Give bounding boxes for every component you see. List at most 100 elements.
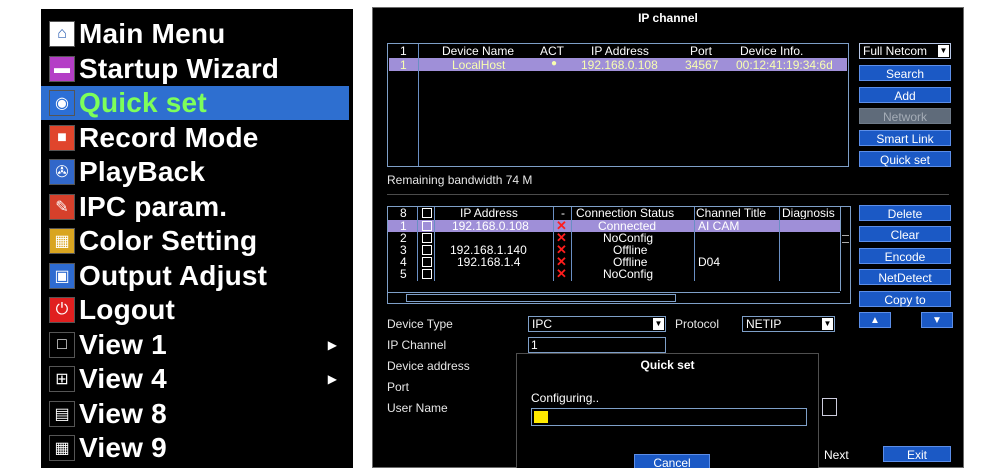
submenu-arrow-icon: ▶ xyxy=(327,337,337,352)
net-detect-button[interactable]: NetDetect xyxy=(859,269,951,285)
menu-item-quick-set[interactable]: ◉ Quick set xyxy=(41,86,349,120)
menu-item-view-9[interactable]: ▦ View 9 xyxy=(41,431,349,465)
menu-item-color-setting[interactable]: ▦ Color Setting xyxy=(41,224,349,258)
cancel-button[interactable]: Cancel xyxy=(634,454,710,468)
device-row-port: 34567 xyxy=(685,58,719,72)
chevron-down-icon: ▼ xyxy=(938,45,949,57)
menu-item-record-mode[interactable]: ■ Record Mode xyxy=(41,121,349,155)
header-act: ACT xyxy=(540,44,564,58)
menu-item-label: Quick set xyxy=(79,87,207,118)
wizard-icon: ▬ xyxy=(49,55,75,82)
channel-checkbox[interactable] xyxy=(422,257,432,267)
menu-item-label: Record Mode xyxy=(79,121,259,153)
menu-item-label: View 8 xyxy=(79,397,167,429)
header-device-name: Device Name xyxy=(442,44,515,58)
ip-channel-field[interactable]: 1 xyxy=(528,337,666,353)
header-ip-address: IP Address xyxy=(591,44,649,58)
device-row-num: 1 xyxy=(400,58,407,72)
home-icon: ⌂ xyxy=(49,21,75,47)
channel-checkbox[interactable] xyxy=(422,245,432,255)
channel-ip: 192.168.0.108 xyxy=(452,219,529,233)
error-x-icon: ✕ xyxy=(556,266,567,281)
device-row-ip: 192.168.0.108 xyxy=(581,58,658,72)
exit-button[interactable]: Exit xyxy=(883,446,951,462)
port-label: Port xyxy=(387,380,410,394)
record-icon: ■ xyxy=(49,124,75,151)
add-button[interactable]: Add xyxy=(859,87,951,103)
user-name-label: User Name xyxy=(387,401,448,415)
column-divider xyxy=(571,207,572,281)
quick-set-icon: ◉ xyxy=(49,90,75,116)
up-arrow-button[interactable]: ▲ xyxy=(859,312,891,328)
protocol-label: Protocol xyxy=(675,317,720,331)
delete-button[interactable]: Delete xyxy=(859,205,951,221)
progress-bar xyxy=(531,408,807,426)
playback-icon: ✇ xyxy=(49,159,75,185)
menu-item-main-menu[interactable]: ⌂ Main Menu xyxy=(41,17,349,51)
network-button[interactable]: Network xyxy=(859,108,951,124)
menu-item-output-adjust[interactable]: ▣ Output Adjust xyxy=(41,259,349,293)
progress-fill xyxy=(534,411,548,423)
device-address-label: Device address xyxy=(387,359,470,373)
menu-item-startup-wizard[interactable]: ▬ Startup Wizard xyxy=(41,52,349,86)
password-field[interactable] xyxy=(822,398,837,416)
menu-item-view-8[interactable]: ▤ View 8 xyxy=(41,397,349,431)
smart-link-button[interactable]: Smart Link xyxy=(859,130,951,146)
header-device-info: Device Info. xyxy=(740,44,804,58)
channel-checkbox[interactable] xyxy=(422,221,432,231)
column-divider xyxy=(694,207,695,281)
channel-row[interactable]: 5 ✕ NoConfig xyxy=(388,266,840,281)
context-menu: ⌂ Main Menu ▬ Startup Wizard ◉ Quick set ■ Reco… xyxy=(41,9,353,468)
device-row-name: LocalHost xyxy=(452,58,506,72)
protocol-value: NETIP xyxy=(746,317,782,331)
device-table[interactable]: 1 Device Name ACT IP Address Port Device… xyxy=(387,43,849,167)
protocol-filter-select[interactable]: Full Netcom ▼ xyxy=(859,43,951,59)
channel-title: AI CAM xyxy=(698,219,740,233)
horizontal-scrollbar[interactable] xyxy=(388,292,840,303)
device-row[interactable]: 1 LocalHost ● 192.168.0.108 34567 00:12:… xyxy=(389,58,847,72)
select-all-checkbox[interactable] xyxy=(422,208,432,218)
menu-item-label: View 9 xyxy=(79,432,167,463)
popup-message: Configuring.. xyxy=(531,391,600,405)
encode-button[interactable]: Encode xyxy=(859,248,951,264)
device-type-select[interactable]: IPC ▼ xyxy=(528,316,666,332)
column-divider xyxy=(553,207,554,281)
menu-item-label: Output Adjust xyxy=(79,259,268,291)
ip-channel-dialog: IP channel 1 Device Name ACT IP Address … xyxy=(372,7,964,468)
scrollbar-thumb[interactable] xyxy=(406,294,676,302)
menu-item-playback[interactable]: ✇ PlayBack xyxy=(41,155,349,189)
column-divider xyxy=(779,207,780,281)
header-num: 1 xyxy=(400,44,407,58)
quick-set-popup: Quick set Configuring.. Cancel xyxy=(516,353,819,468)
column-divider xyxy=(418,44,419,166)
remaining-bandwidth: Remaining bandwidth 74 M xyxy=(387,173,533,187)
menu-item-ipc-param[interactable]: ✎ IPC param. xyxy=(41,190,349,224)
menu-item-view-1[interactable]: □ View 1 ▶ xyxy=(41,328,349,362)
quick-set-button[interactable]: Quick set xyxy=(859,151,951,167)
channel-table[interactable]: 8 IP Address - Connection Status Channel… xyxy=(387,206,851,304)
menu-item-label: PlayBack xyxy=(79,156,206,187)
scrollbar-thumb[interactable] xyxy=(842,235,849,243)
dialog-title: IP channel xyxy=(638,11,698,25)
menu-item-view-4[interactable]: ⊞ View 4 ▶ xyxy=(41,362,349,396)
channel-num: 5 xyxy=(400,267,407,281)
search-button[interactable]: Search xyxy=(859,65,951,81)
channel-title: D04 xyxy=(698,255,721,269)
protocol-filter-value: Full Netcom xyxy=(863,44,928,58)
down-arrow-button[interactable]: ▼ xyxy=(921,312,953,328)
channel-checkbox[interactable] xyxy=(422,233,432,243)
channel-checkbox[interactable] xyxy=(422,269,432,279)
menu-item-logout[interactable]: ⏻ Logout xyxy=(41,293,349,327)
clear-button[interactable]: Clear xyxy=(859,226,951,242)
next-button[interactable]: Next xyxy=(819,446,875,462)
menu-item-label: Startup Wizard xyxy=(79,52,280,84)
menu-item-label: Main Menu xyxy=(79,18,226,49)
channel-status: NoConfig xyxy=(603,267,654,281)
channel-ip: 192.168.1.4 xyxy=(457,255,521,269)
menu-item-label: Logout xyxy=(79,294,176,325)
protocol-select[interactable]: NETIP ▼ xyxy=(742,316,835,332)
divider xyxy=(387,194,949,195)
vertical-scrollbar[interactable] xyxy=(840,207,850,291)
copy-to-button[interactable]: Copy to xyxy=(859,291,951,307)
chevron-down-icon: ▼ xyxy=(653,318,664,330)
